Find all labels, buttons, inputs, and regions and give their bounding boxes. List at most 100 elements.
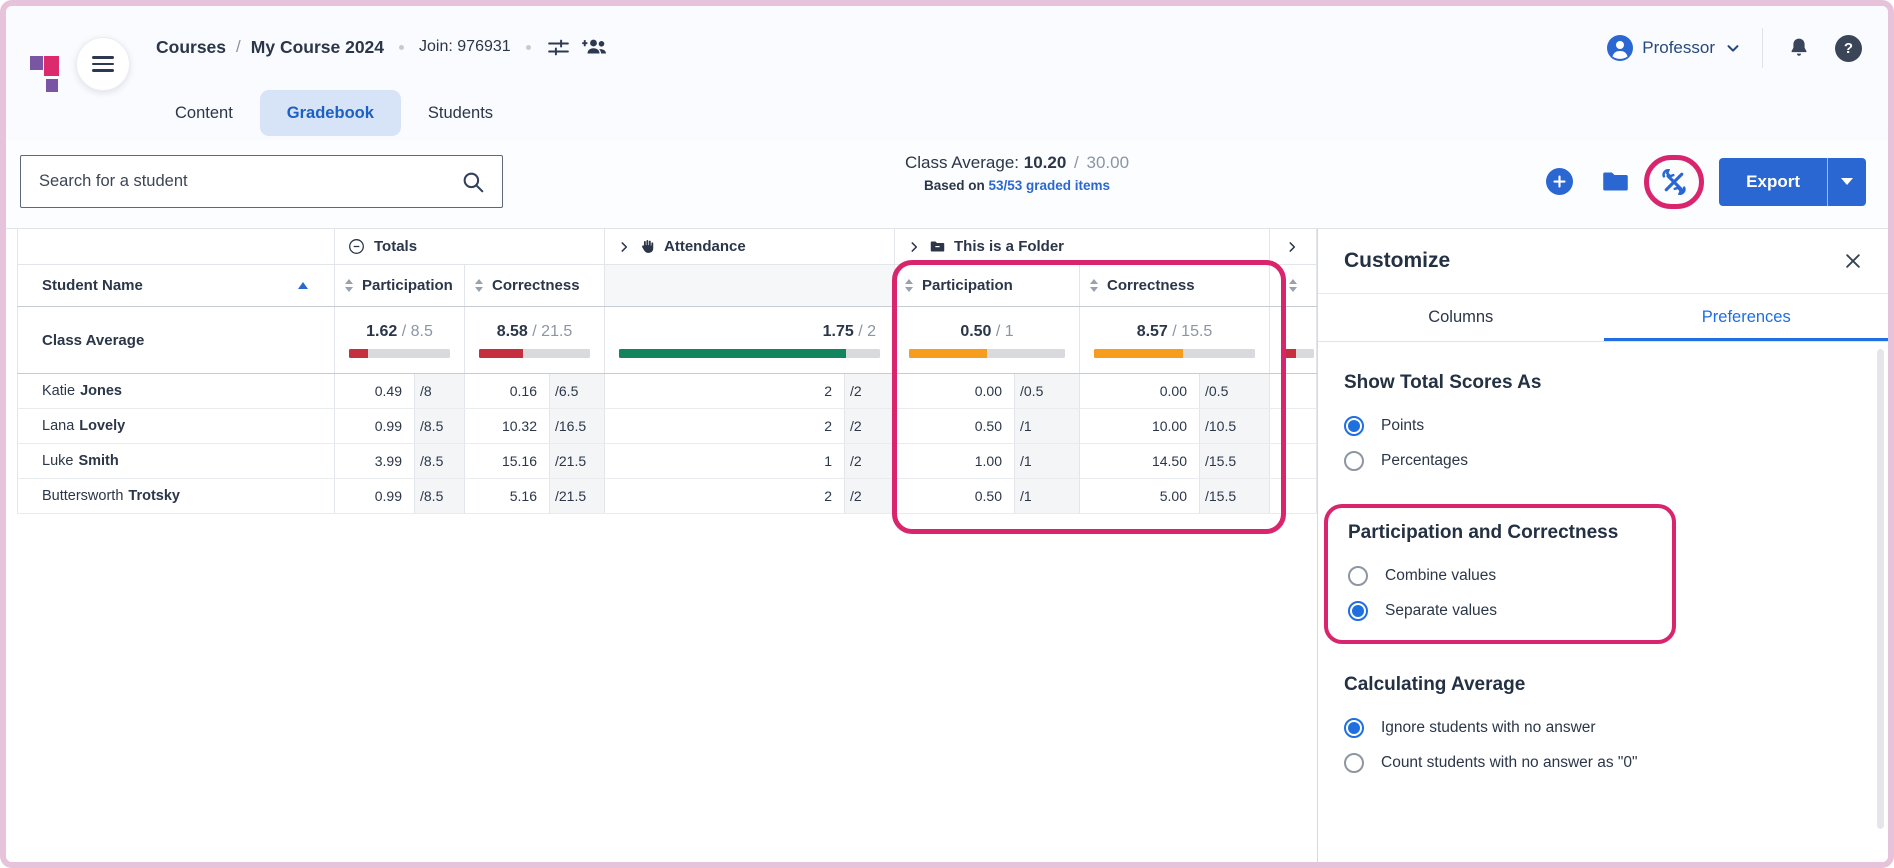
score-cell[interactable]: 0.49: [335, 374, 415, 408]
denom-cell[interactable]: /8.5: [415, 409, 465, 443]
radio-option-separate-values[interactable]: Separate values: [1348, 593, 1652, 628]
denom-cell[interactable]: /16.5: [550, 409, 605, 443]
score-cell[interactable]: 3.99: [335, 444, 415, 478]
score-cell[interactable]: 2: [605, 409, 845, 443]
hamburger-menu-button[interactable]: [76, 37, 130, 91]
denom-cell[interactable]: /8: [415, 374, 465, 408]
sort-icon[interactable]: [1289, 279, 1297, 292]
denom-cell[interactable]: /0.5: [1015, 374, 1080, 408]
totals-correctness-column-header[interactable]: Correctness: [465, 265, 605, 306]
radio-unselected-icon[interactable]: [1344, 450, 1364, 471]
radio-selected-icon[interactable]: [1344, 415, 1364, 436]
denom-cell[interactable]: /15.5: [1200, 479, 1270, 513]
radio-option-combine-values[interactable]: Combine values: [1348, 558, 1652, 593]
totals-group-header[interactable]: Totals: [335, 229, 605, 264]
course-settings-sliders-icon[interactable]: [546, 35, 571, 60]
sort-ascending-icon[interactable]: [298, 282, 308, 289]
score-cell[interactable]: 5.00: [1080, 479, 1200, 513]
breadcrumb-courses[interactable]: Courses: [156, 37, 226, 58]
export-button[interactable]: Export: [1719, 157, 1827, 206]
student-name-cell[interactable]: Katie Jones: [17, 374, 335, 408]
student-name-cell[interactable]: Luke Smith: [17, 444, 335, 478]
denom-cell[interactable]: /8.5: [415, 444, 465, 478]
score-cell[interactable]: 5.16: [465, 479, 550, 513]
chevron-right-icon[interactable]: [1285, 240, 1299, 254]
denom-cell[interactable]: /0.5: [1200, 374, 1270, 408]
sort-icon[interactable]: [475, 279, 483, 292]
denom-cell[interactable]: /2: [845, 409, 895, 443]
sort-icon[interactable]: [905, 279, 913, 292]
score-cell[interactable]: 2: [605, 374, 845, 408]
score-cell[interactable]: 0.00: [895, 374, 1015, 408]
score-cell[interactable]: 0.99: [335, 409, 415, 443]
help-icon[interactable]: ?: [1835, 34, 1862, 62]
tab-content[interactable]: Content: [148, 90, 260, 136]
denom-cell[interactable]: /6.5: [550, 374, 605, 408]
next-column-group-header[interactable]: [1270, 229, 1317, 264]
chevron-right-icon[interactable]: [907, 240, 921, 254]
totals-participation-column-header[interactable]: Participation: [335, 265, 465, 306]
denom-cell[interactable]: /2: [845, 374, 895, 408]
folder-correctness-column-header[interactable]: Correctness: [1080, 265, 1270, 306]
panel-scrollbar[interactable]: [1877, 349, 1884, 829]
class-average-cell-attendance[interactable]: 1.75 / 2: [605, 307, 895, 373]
graded-items-link[interactable]: 53/53 graded items: [988, 178, 1110, 193]
score-cell[interactable]: 15.16: [465, 444, 550, 478]
sort-icon[interactable]: [1090, 279, 1098, 292]
radio-selected-icon[interactable]: [1348, 600, 1368, 621]
chevron-right-icon[interactable]: [617, 240, 631, 254]
score-cell[interactable]: 2: [605, 479, 845, 513]
class-average-cell-folder-correctness[interactable]: 8.57 / 15.5: [1080, 307, 1270, 373]
radio-selected-icon[interactable]: [1344, 717, 1364, 738]
add-folder-button[interactable]: [1600, 166, 1631, 197]
denom-cell[interactable]: /15.5: [1200, 444, 1270, 478]
customize-tools-button[interactable]: [1644, 154, 1705, 209]
close-icon[interactable]: [1843, 251, 1863, 271]
denom-cell[interactable]: /10.5: [1200, 409, 1270, 443]
export-dropdown-button[interactable]: [1827, 157, 1866, 206]
folder-group-header[interactable]: This is a Folder: [895, 229, 1270, 264]
search-input[interactable]: [37, 171, 460, 192]
denom-cell[interactable]: /1: [1015, 479, 1080, 513]
radio-option-percentages[interactable]: Percentages: [1344, 443, 1863, 478]
denom-cell[interactable]: /1: [1015, 409, 1080, 443]
score-cell[interactable]: 14.50: [1080, 444, 1200, 478]
score-cell[interactable]: 0.16: [465, 374, 550, 408]
tab-preferences[interactable]: Preferences: [1604, 294, 1889, 341]
profile-name[interactable]: Professor: [1642, 38, 1715, 58]
radio-unselected-icon[interactable]: [1344, 752, 1364, 773]
add-column-button[interactable]: [1546, 168, 1574, 195]
denom-cell[interactable]: /8.5: [415, 479, 465, 513]
class-average-cell-totals-participation[interactable]: 1.62 / 8.5: [335, 307, 465, 373]
sort-icon[interactable]: [345, 279, 353, 292]
radio-option-ignore-students-with-no-answer[interactable]: Ignore students with no answer: [1344, 710, 1863, 745]
chevron-down-icon[interactable]: [1724, 39, 1742, 57]
tab-students[interactable]: Students: [401, 90, 520, 136]
score-cell[interactable]: 1.00: [895, 444, 1015, 478]
student-name-cell[interactable]: Buttersworth Trotsky: [17, 479, 335, 513]
class-average-cell-folder-participation[interactable]: 0.50 / 1: [895, 307, 1080, 373]
score-cell[interactable]: 0.50: [895, 479, 1015, 513]
score-cell[interactable]: 10.32: [465, 409, 550, 443]
score-cell[interactable]: 1: [605, 444, 845, 478]
student-name-cell[interactable]: Lana Lovely: [17, 409, 335, 443]
notifications-bell-icon[interactable]: [1787, 36, 1811, 60]
denom-cell[interactable]: /1: [1015, 444, 1080, 478]
folder-participation-column-header[interactable]: Participation: [895, 265, 1080, 306]
radio-option-count-students-with-no-answer-as-0[interactable]: Count students with no answer as "0": [1344, 745, 1863, 780]
score-cell[interactable]: 0.50: [895, 409, 1015, 443]
denom-cell[interactable]: /21.5: [550, 479, 605, 513]
tab-columns[interactable]: Columns: [1318, 294, 1604, 341]
tab-gradebook[interactable]: Gradebook: [259, 90, 401, 136]
radio-option-points[interactable]: Points: [1344, 408, 1863, 443]
denom-cell[interactable]: /2: [845, 444, 895, 478]
denom-cell[interactable]: /21.5: [550, 444, 605, 478]
next-column-header[interactable]: [1270, 265, 1317, 306]
score-cell[interactable]: 0.00: [1080, 374, 1200, 408]
add-people-icon[interactable]: [581, 36, 609, 58]
radio-unselected-icon[interactable]: [1348, 565, 1368, 586]
attendance-group-header[interactable]: Attendance: [605, 229, 895, 264]
class-average-cell-totals-correctness[interactable]: 8.58 / 21.5: [465, 307, 605, 373]
student-name-column-header[interactable]: Student Name: [17, 265, 335, 306]
search-icon[interactable]: [460, 169, 486, 195]
